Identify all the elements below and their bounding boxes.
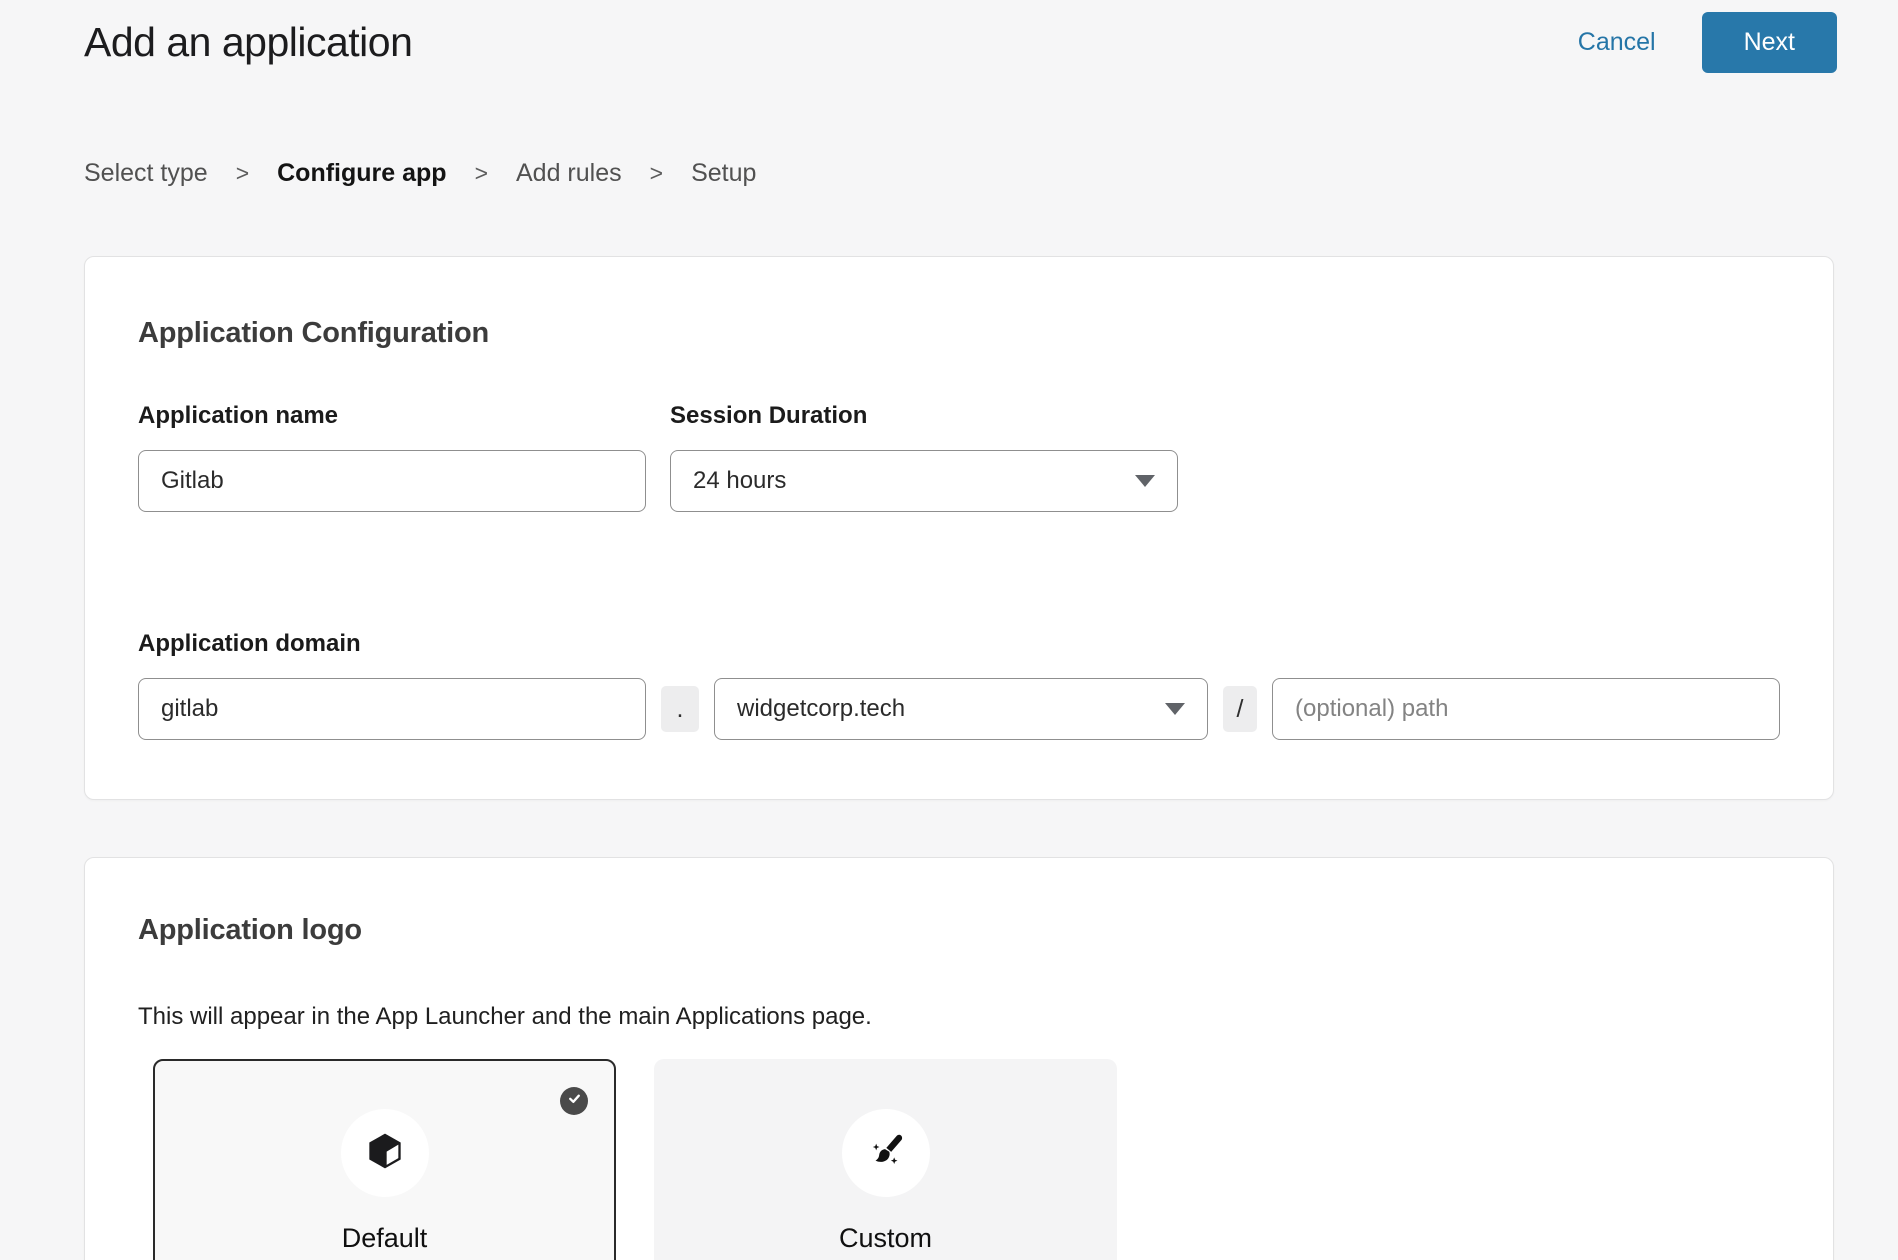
page-header: Add an application Cancel Next [0,0,1898,73]
dot-separator: . [661,686,699,732]
default-logo-circle [341,1109,429,1197]
domain-select[interactable]: widgetcorp.tech [714,678,1208,740]
chevron-down-icon [1165,703,1185,715]
domain-select-value: widgetcorp.tech [737,695,905,723]
step-select-type[interactable]: Select type [84,159,208,188]
breadcrumb: Select type > Configure app > Add rules … [84,159,1898,188]
application-domain-row: . widgetcorp.tech / [138,678,1780,740]
session-duration-select[interactable]: 24 hours [670,450,1178,512]
application-name-label: Application name [138,402,646,430]
session-duration-field: Session Duration 24 hours [670,402,1178,512]
logo-option-default[interactable]: Default [153,1059,616,1260]
header-actions: Cancel Next [1578,12,1837,73]
cancel-button[interactable]: Cancel [1578,28,1656,57]
selected-check-badge [560,1087,588,1115]
logo-option-label: Custom [839,1223,932,1254]
application-logo-card: Application logo This will appear in the… [84,857,1834,1260]
step-setup[interactable]: Setup [691,159,756,188]
breadcrumb-separator: > [650,160,663,187]
logo-option-custom[interactable]: Custom [654,1059,1117,1260]
custom-logo-circle [842,1109,930,1197]
logo-card-description: This will appear in the App Launcher and… [138,1003,1780,1031]
path-input[interactable] [1272,678,1780,740]
breadcrumb-separator: > [475,160,488,187]
session-duration-label: Session Duration [670,402,1178,430]
application-configuration-card: Application Configuration Application na… [84,256,1834,800]
application-name-field: Application name [138,402,646,512]
cube-icon [365,1131,405,1176]
session-duration-value: 24 hours [693,467,786,495]
configuration-card-title: Application Configuration [138,317,1780,350]
step-add-rules[interactable]: Add rules [516,159,622,188]
logo-option-label: Default [342,1223,428,1254]
logo-options: Default Custom [153,1059,1780,1260]
application-domain-label: Application domain [138,630,1780,658]
add-application-page: Add an application Cancel Next Select ty… [0,0,1898,1260]
slash-separator: / [1223,686,1257,732]
check-icon [567,1091,582,1111]
logo-card-title: Application logo [138,914,1780,947]
page-title: Add an application [84,19,412,66]
application-name-input[interactable] [138,450,646,512]
paintbrush-icon [866,1131,906,1176]
chevron-down-icon [1135,475,1155,487]
name-duration-row: Application name Session Duration 24 hou… [138,402,1780,512]
next-button[interactable]: Next [1702,12,1837,73]
breadcrumb-separator: > [236,160,249,187]
subdomain-input[interactable] [138,678,646,740]
step-configure-app[interactable]: Configure app [277,159,446,188]
